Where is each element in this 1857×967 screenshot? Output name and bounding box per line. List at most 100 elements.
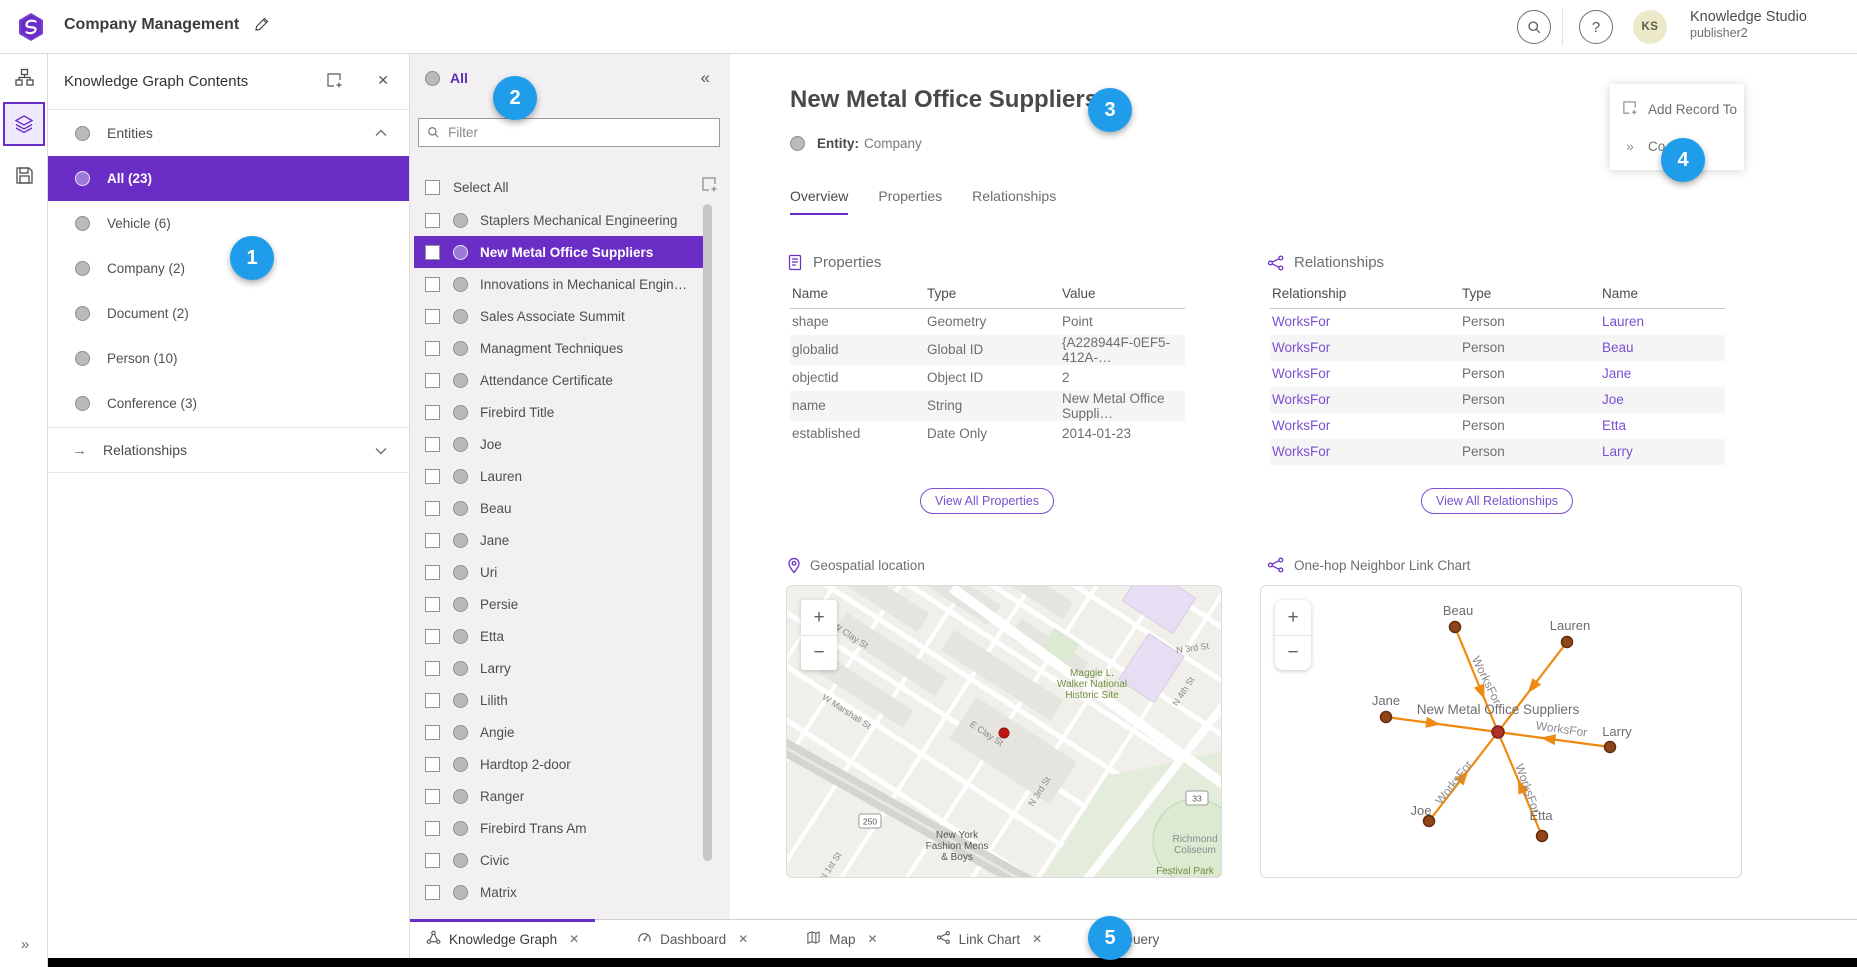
view-tab-map[interactable]: Map✕: [790, 920, 893, 958]
avatar[interactable]: KS: [1633, 10, 1667, 44]
link-chart-center-node[interactable]: [1492, 726, 1504, 738]
user-info[interactable]: Knowledge Studio publisher2: [1690, 8, 1807, 42]
item-checkbox[interactable]: [425, 405, 440, 420]
list-item[interactable]: Lauren: [414, 460, 704, 492]
close-panel-icon[interactable]: ✕: [377, 72, 389, 89]
one-hop-link-chart[interactable]: + − BeauWorksForLaurenJaneLarryWorksForJ…: [1260, 585, 1742, 878]
list-item[interactable]: Angie: [414, 716, 704, 748]
item-checkbox[interactable]: [425, 821, 440, 836]
item-checkbox[interactable]: [425, 853, 440, 868]
item-checkbox[interactable]: [425, 725, 440, 740]
entity-type-item[interactable]: Company (2): [48, 246, 409, 291]
close-tab-icon[interactable]: ✕: [1032, 932, 1042, 946]
close-tab-icon[interactable]: ✕: [569, 932, 579, 946]
list-item[interactable]: New Metal Office Suppliers: [414, 236, 704, 268]
collapse-panel-icon[interactable]: «: [701, 68, 710, 88]
list-item[interactable]: Attendance Certificate: [414, 364, 704, 396]
item-checkbox[interactable]: [425, 341, 440, 356]
list-item[interactable]: Etta: [414, 620, 704, 652]
list-item[interactable]: Ranger: [414, 780, 704, 812]
select-all-row[interactable]: Select All: [425, 172, 718, 202]
entity-type-item[interactable]: All (23): [48, 156, 409, 201]
link-chart-node[interactable]: [1450, 622, 1461, 633]
cell-link[interactable]: WorksFor: [1270, 335, 1460, 361]
view-tab-knowledge-graph[interactable]: Knowledge Graph✕: [410, 920, 595, 958]
link-chart-node[interactable]: [1562, 637, 1573, 648]
help-icon[interactable]: ?: [1579, 10, 1613, 44]
list-item[interactable]: Larry: [414, 652, 704, 684]
close-tab-icon[interactable]: ✕: [738, 932, 748, 946]
list-item[interactable]: Firebird Title: [414, 396, 704, 428]
zoom-in-button[interactable]: +: [1275, 600, 1311, 635]
zoom-out-button[interactable]: −: [1275, 635, 1311, 670]
item-checkbox[interactable]: [425, 437, 440, 452]
list-item[interactable]: Firebird Trans Am: [414, 812, 704, 844]
list-item[interactable]: Innovations in Mechanical Engin…: [414, 268, 704, 300]
list-item[interactable]: Hardtop 2-door: [414, 748, 704, 780]
cell-link[interactable]: Joe: [1600, 387, 1725, 413]
chevron-up-icon[interactable]: [375, 124, 387, 142]
view-tab-link-chart[interactable]: Link Chart✕: [920, 920, 1059, 958]
cell-link[interactable]: Etta: [1600, 413, 1725, 439]
link-chart-node[interactable]: [1605, 742, 1616, 753]
record-tab-overview[interactable]: Overview: [790, 188, 848, 215]
entity-type-item[interactable]: Vehicle (6): [48, 201, 409, 246]
data-model-icon[interactable]: [0, 60, 48, 94]
zoom-in-button[interactable]: +: [801, 600, 837, 635]
cell-link[interactable]: Jane: [1600, 361, 1725, 387]
item-checkbox[interactable]: [425, 693, 440, 708]
item-checkbox[interactable]: [425, 469, 440, 484]
entity-type-item[interactable]: Person (10): [48, 336, 409, 381]
item-checkbox[interactable]: [425, 245, 440, 260]
item-checkbox[interactable]: [425, 533, 440, 548]
view-all-relationships-button[interactable]: View All Relationships: [1421, 488, 1573, 514]
item-checkbox[interactable]: [425, 213, 440, 228]
cell-link[interactable]: Beau: [1600, 335, 1725, 361]
view-tab-dashboard[interactable]: Dashboard✕: [621, 920, 764, 958]
entity-type-item[interactable]: Document (2): [48, 291, 409, 336]
item-checkbox[interactable]: [425, 661, 440, 676]
list-item[interactable]: Lilith: [414, 684, 704, 716]
layers-icon[interactable]: [3, 102, 45, 146]
cell-link[interactable]: WorksFor: [1270, 413, 1460, 439]
list-item[interactable]: Sales Associate Summit: [414, 300, 704, 332]
filter-input[interactable]: Filter: [418, 118, 720, 147]
cell-link[interactable]: WorksFor: [1270, 309, 1460, 335]
edit-title-icon[interactable]: [254, 16, 270, 37]
entities-section-header[interactable]: Entities: [48, 110, 409, 156]
expand-rail-icon[interactable]: »: [0, 936, 48, 953]
link-chart-node[interactable]: [1381, 712, 1392, 723]
save-icon[interactable]: [0, 158, 48, 192]
item-checkbox[interactable]: [425, 885, 440, 900]
item-checkbox[interactable]: [425, 629, 440, 644]
scrollbar-thumb[interactable]: [703, 204, 712, 861]
entity-type-item[interactable]: Conference (3): [48, 381, 409, 426]
list-item[interactable]: Persie: [414, 588, 704, 620]
item-checkbox[interactable]: [425, 277, 440, 292]
item-checkbox[interactable]: [425, 373, 440, 388]
record-tab-relationships[interactable]: Relationships: [972, 188, 1056, 215]
list-item[interactable]: Jane: [414, 524, 704, 556]
list-item[interactable]: Matrix: [414, 876, 704, 908]
geospatial-map[interactable]: + −: [786, 585, 1222, 878]
relationships-section-header[interactable]: → Relationships: [48, 427, 409, 473]
close-tab-icon[interactable]: ✕: [868, 932, 878, 946]
item-checkbox[interactable]: [425, 309, 440, 324]
item-checkbox[interactable]: [425, 501, 440, 516]
link-chart-node[interactable]: [1537, 831, 1548, 842]
cell-link[interactable]: WorksFor: [1270, 387, 1460, 413]
cell-link[interactable]: WorksFor: [1270, 439, 1460, 465]
chevron-down-icon[interactable]: [375, 442, 387, 458]
menu-item-add-record-to[interactable]: Add Record To: [1610, 90, 1744, 129]
select-all-checkbox[interactable]: [425, 180, 440, 195]
add-record-icon[interactable]: [326, 72, 343, 94]
item-checkbox[interactable]: [425, 597, 440, 612]
list-item[interactable]: Joe: [414, 428, 704, 460]
item-checkbox[interactable]: [425, 757, 440, 772]
cell-link[interactable]: Lauren: [1600, 309, 1725, 335]
list-item[interactable]: Beau: [414, 492, 704, 524]
item-checkbox[interactable]: [425, 565, 440, 580]
zoom-out-button[interactable]: −: [801, 635, 837, 670]
view-all-properties-button[interactable]: View All Properties: [920, 488, 1054, 514]
cell-link[interactable]: WorksFor: [1270, 361, 1460, 387]
